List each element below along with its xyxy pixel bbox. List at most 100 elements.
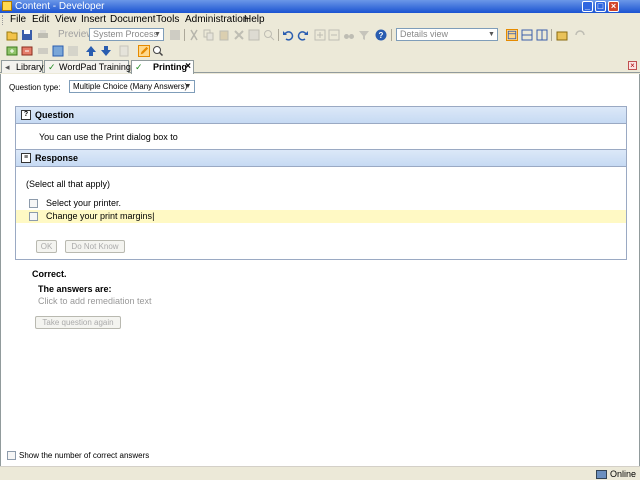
chevron-down-icon: ▼ xyxy=(154,31,161,38)
process-value: System Process xyxy=(93,29,159,39)
minimize-button[interactable]: _ xyxy=(582,1,593,12)
take-question-again-button[interactable]: Take question again xyxy=(35,316,121,329)
question-header: ? Question xyxy=(16,106,626,124)
answer-text[interactable]: Change your print margins| xyxy=(46,210,154,223)
layout-split-icon[interactable] xyxy=(521,29,533,41)
chevron-down-icon: ▼ xyxy=(488,31,495,38)
answer-option[interactable]: Change your print margins| xyxy=(16,210,626,223)
redo-icon[interactable] xyxy=(297,29,309,41)
tab-close-icon[interactable]: × xyxy=(185,62,191,72)
question-panel: ? Question You can use the Print dialog … xyxy=(15,106,627,260)
arrow-up-icon[interactable] xyxy=(85,45,97,57)
page-icon[interactable] xyxy=(118,45,130,57)
expand-icon[interactable] xyxy=(314,29,326,41)
arrow-down-icon[interactable] xyxy=(100,45,112,57)
feedback-correct-label: Correct. xyxy=(32,269,67,279)
question-heading: Question xyxy=(35,110,75,120)
menu-file[interactable]: File xyxy=(10,14,26,26)
menu-help[interactable]: Help xyxy=(244,14,265,26)
tab-wordpad-training[interactable]: ✓ WordPad Training xyxy=(44,60,131,73)
search-preview-icon[interactable] xyxy=(152,45,164,57)
image-icon[interactable] xyxy=(52,45,64,57)
menu-tools[interactable]: Tools xyxy=(156,14,179,26)
find-icon[interactable] xyxy=(263,29,275,41)
toolbar-grip xyxy=(2,15,5,25)
print-icon[interactable] xyxy=(37,29,49,41)
help-icon[interactable]: ? xyxy=(375,29,387,41)
frame-icon[interactable] xyxy=(67,45,79,57)
collapse-icon[interactable] xyxy=(328,29,340,41)
tab-label: Library xyxy=(16,62,44,72)
question-text[interactable]: You can use the Print dialog box to xyxy=(39,132,178,142)
grid-icon[interactable] xyxy=(169,29,181,41)
question-editor: Question type: Multiple Choice (Many Ans… xyxy=(0,74,640,466)
toolbar-separator xyxy=(184,29,185,41)
layout-details-icon[interactable] xyxy=(506,29,518,41)
question-type-value: Multiple Choice (Many Answers) xyxy=(73,82,188,91)
tab-library[interactable]: ◂ Library xyxy=(1,60,44,73)
connection-status: Online xyxy=(595,469,636,480)
title-bar[interactable]: Content - Developer _ □ × xyxy=(0,0,640,13)
menu-edit[interactable]: Edit xyxy=(32,14,49,26)
do-not-know-button[interactable]: Do Not Know xyxy=(65,240,125,253)
check-icon: ✓ xyxy=(48,62,56,72)
filter-icon[interactable] xyxy=(358,29,370,41)
menu-insert[interactable]: Insert xyxy=(81,14,106,26)
answer-checkbox[interactable] xyxy=(29,199,38,208)
toolbar-separator xyxy=(551,29,552,41)
check-icon: ✓ xyxy=(135,62,143,72)
link-icon[interactable] xyxy=(37,45,49,57)
answer-checkbox[interactable] xyxy=(29,212,38,221)
tab-printing[interactable]: ✓ Printing × xyxy=(131,60,194,74)
status-bar: Online xyxy=(0,466,640,480)
app-icon xyxy=(2,1,12,11)
feedback-answers-label: The answers are: xyxy=(38,284,112,294)
question-type-dropdown[interactable]: Multiple Choice (Many Answers) ▼ xyxy=(69,80,195,93)
save-icon[interactable] xyxy=(21,29,33,41)
question-icon: ? xyxy=(21,110,31,120)
online-icon xyxy=(595,470,607,479)
toolbar-separator xyxy=(391,29,392,41)
outline-toolbar xyxy=(0,43,640,59)
process-dropdown[interactable]: System Process ▼ xyxy=(89,28,164,41)
answer-option[interactable]: Select your printer. xyxy=(16,197,626,210)
remediation-text-field[interactable]: Click to add remediation text xyxy=(38,296,152,306)
pencil-icon[interactable] xyxy=(138,45,150,57)
response-icon: ≡ xyxy=(21,153,31,163)
svg-text:?: ? xyxy=(379,31,384,40)
response-heading: Response xyxy=(35,153,79,163)
copy-icon[interactable] xyxy=(203,29,215,41)
properties-icon[interactable] xyxy=(248,29,260,41)
menu-administration[interactable]: Administration xyxy=(185,14,248,26)
show-correct-label: Show the number of correct answers xyxy=(19,451,150,460)
view-dropdown[interactable]: Details view ▼ xyxy=(396,28,498,41)
publish-icon[interactable] xyxy=(556,29,568,41)
close-button[interactable]: × xyxy=(608,1,619,12)
view-value: Details view xyxy=(400,29,449,39)
menu-document[interactable]: Document xyxy=(110,14,156,26)
paste-icon[interactable] xyxy=(218,29,230,41)
add-item-icon[interactable] xyxy=(6,45,18,57)
refresh-icon[interactable] xyxy=(574,29,586,41)
ok-button[interactable]: OK xyxy=(36,240,57,253)
book-icon: ◂ xyxy=(5,62,10,72)
close-document-icon[interactable]: × xyxy=(628,61,637,70)
delete-icon[interactable] xyxy=(233,29,245,41)
answer-text[interactable]: Select your printer. xyxy=(46,197,121,210)
maximize-button[interactable]: □ xyxy=(595,1,606,12)
layout-columns-icon[interactable] xyxy=(536,29,548,41)
standard-toolbar: Preview System Process ▼ ? Details view … xyxy=(0,27,640,43)
chevron-down-icon: ▼ xyxy=(184,83,192,90)
cut-icon[interactable] xyxy=(188,29,200,41)
tab-label: Printing xyxy=(153,62,187,72)
open-folder-icon[interactable] xyxy=(6,29,18,41)
menu-bar: File Edit View Insert Document Tools Adm… xyxy=(0,13,640,27)
undo-icon[interactable] xyxy=(282,29,294,41)
document-tabs: ◂ Library ✓ WordPad Training ✓ Printing … xyxy=(0,59,640,74)
menu-view[interactable]: View xyxy=(55,14,77,26)
binoculars-icon[interactable] xyxy=(343,29,355,41)
response-header: ≡ Response xyxy=(16,149,626,167)
toolbar-separator xyxy=(278,29,279,41)
show-correct-checkbox[interactable] xyxy=(7,451,16,460)
remove-item-icon[interactable] xyxy=(21,45,33,57)
